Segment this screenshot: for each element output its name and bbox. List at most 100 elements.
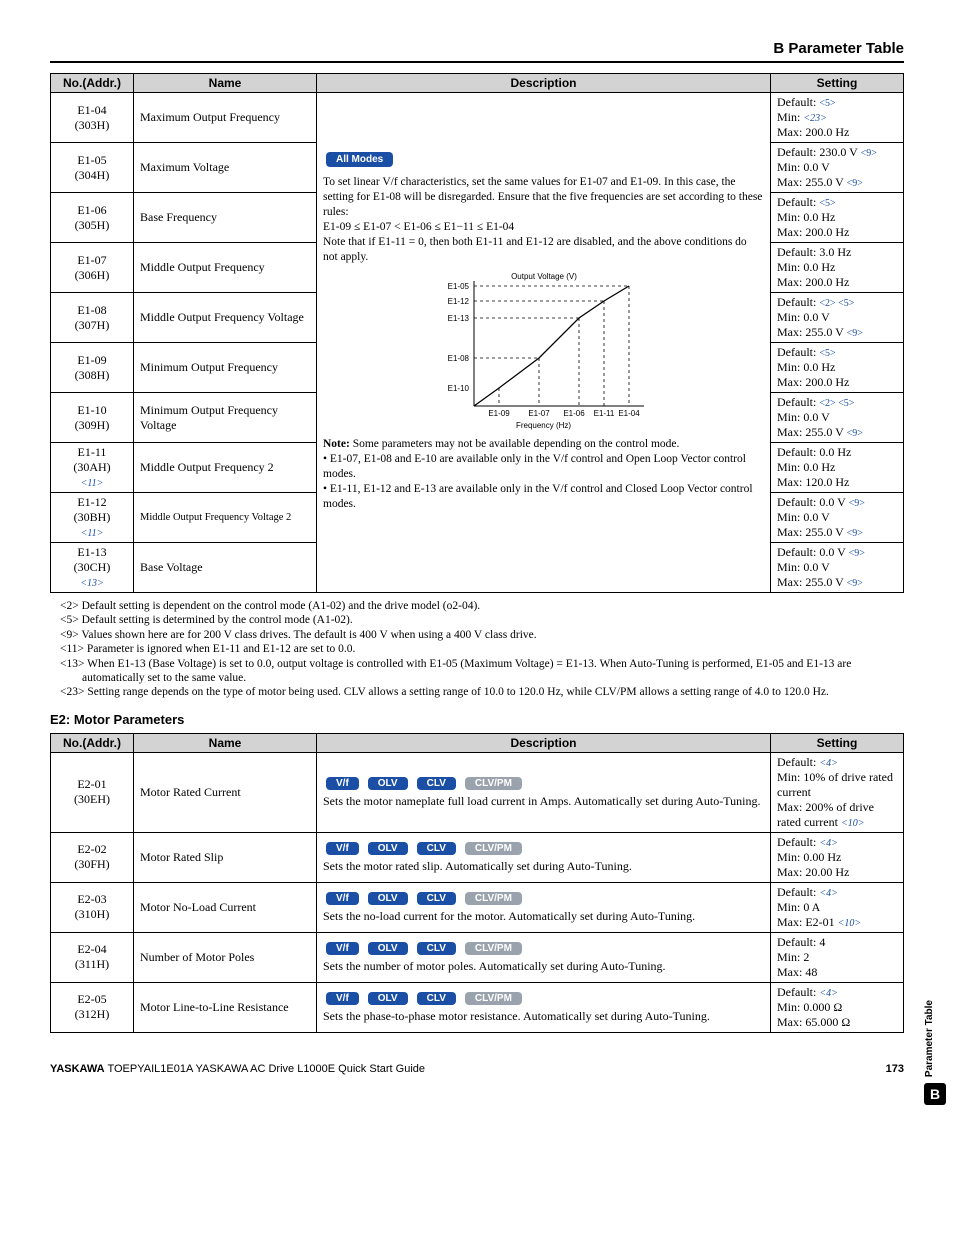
side-letter: B [924, 1083, 946, 1105]
table-row: E1-04(303H)Maximum Output Frequency All … [51, 93, 904, 143]
setting-cell: Default: <4>Min: 10% of drive rated curr… [771, 752, 904, 832]
name-cell: Motor No-Load Current [134, 882, 317, 932]
svg-text:E1-06: E1-06 [563, 409, 585, 418]
addr-cell: E1-08(307H) [51, 293, 134, 343]
table-row: E2-05(312H)Motor Line-to-Line Resistance… [51, 982, 904, 1032]
description-cell: V/f OLV CLV CLV/PM Sets the motor namepl… [317, 752, 771, 832]
addr-cell: E1-12(30BH)<11> [51, 493, 134, 543]
addr-cell: E1-10(309H) [51, 393, 134, 443]
name-cell: Middle Output Frequency Voltage [134, 293, 317, 343]
footnote-23: <23> Setting range depends on the type o… [50, 685, 904, 699]
mode-badge-vf: V/f [326, 942, 359, 955]
addr-cell: E1-04(303H) [51, 93, 134, 143]
setting-cell: Default: 3.0 HzMin: 0.0 HzMax: 200.0 Hz [771, 243, 904, 293]
description-cell: V/f OLV CLV CLV/PM Sets the number of mo… [317, 932, 771, 982]
addr-cell: E1-05(304H) [51, 143, 134, 193]
addr-cell: E2-04(311H) [51, 932, 134, 982]
mode-badge-clv: CLV [417, 842, 456, 855]
footnote-9: <9> Values shown here are for 200 V clas… [50, 628, 904, 642]
mode-badge-vf: V/f [326, 892, 359, 905]
addr-cell: E1-09(308H) [51, 343, 134, 393]
mode-badge-vf: V/f [326, 777, 359, 790]
col-desc: Description [317, 74, 771, 93]
setting-cell: Default: <2> <5>Min: 0.0 VMax: 255.0 V <… [771, 293, 904, 343]
name-cell: Base Frequency [134, 193, 317, 243]
addr-cell: E2-05(312H) [51, 982, 134, 1032]
description-cell: V/f OLV CLV CLV/PM Sets the no-load curr… [317, 882, 771, 932]
mode-badge-vf: V/f [326, 842, 359, 855]
setting-cell: Default: <5>Min: 0.0 HzMax: 200.0 Hz [771, 343, 904, 393]
page-footer: YASKAWA TOEPYAIL1E01A YASKAWA AC Drive L… [50, 1063, 904, 1075]
description-cell: All Modes To set linear V/f characterist… [317, 93, 771, 593]
setting-cell: Default: 230.0 V <9>Min: 0.0 VMax: 255.0… [771, 143, 904, 193]
name-cell: Number of Motor Poles [134, 932, 317, 982]
side-label: Parameter Table [924, 1000, 935, 1077]
side-tab: Parameter Table B [924, 1000, 946, 1105]
addr-cell: E1-06(305H) [51, 193, 134, 243]
mode-badge-clv: CLV [417, 777, 456, 790]
table-row: E2-02(30FH)Motor Rated Slip V/f OLV CLV … [51, 832, 904, 882]
svg-text:E1-11: E1-11 [593, 409, 614, 418]
svg-text:E1-08: E1-08 [447, 354, 469, 363]
col-name: Name [134, 733, 317, 752]
footnotes: <2> Default setting is dependent on the … [50, 599, 904, 700]
svg-text:E1-04: E1-04 [618, 409, 640, 418]
setting-cell: Default: <4>Min: 0.00 HzMax: 20.00 Hz [771, 832, 904, 882]
mode-badge-all: All Modes [326, 152, 393, 167]
page-header: B Parameter Table [50, 40, 904, 63]
mode-badge-clvpm: CLV/PM [465, 777, 522, 790]
description-cell: V/f OLV CLV CLV/PM Sets the phase-to-pha… [317, 982, 771, 1032]
svg-text:Output Voltage (V): Output Voltage (V) [511, 272, 577, 281]
addr-cell: E1-07(306H) [51, 243, 134, 293]
setting-cell: Default: <4>Min: 0 AMax: E2-01 <10> [771, 882, 904, 932]
footer-page: 173 [886, 1063, 904, 1075]
svg-text:E1-09: E1-09 [488, 409, 510, 418]
setting-cell: Default: 0.0 V <9>Min: 0.0 VMax: 255.0 V… [771, 493, 904, 543]
mode-badge-clv: CLV [417, 892, 456, 905]
mode-badge-olv: OLV [368, 992, 408, 1005]
setting-cell: Default: <4>Min: 0.000 ΩMax: 65.000 Ω [771, 982, 904, 1032]
setting-cell: Default: 0.0 V <9>Min: 0.0 VMax: 255.0 V… [771, 543, 904, 593]
footnote-11: <11> Parameter is ignored when E1-11 and… [50, 642, 904, 656]
name-cell: Maximum Voltage [134, 143, 317, 193]
name-cell: Motor Rated Slip [134, 832, 317, 882]
mode-badge-olv: OLV [368, 842, 408, 855]
setting-cell: Default: <2> <5>Min: 0.0 VMax: 255.0 V <… [771, 393, 904, 443]
setting-cell: Default: <5>Min: 0.0 HzMax: 200.0 Hz [771, 193, 904, 243]
col-name: Name [134, 74, 317, 93]
mode-badge-clvpm: CLV/PM [465, 842, 522, 855]
col-setting: Setting [771, 733, 904, 752]
name-cell: Motor Line-to-Line Resistance [134, 982, 317, 1032]
section-title-e2: E2: Motor Parameters [50, 712, 904, 727]
footer-brand: YASKAWA [50, 1063, 105, 1075]
footnote-5: <5> Default setting is determined by the… [50, 613, 904, 627]
addr-cell: E2-03(310H) [51, 882, 134, 932]
svg-text:E1-13: E1-13 [447, 314, 469, 323]
name-cell: Minimum Output Frequency [134, 343, 317, 393]
vf-diagram: Output Voltage (V) E1-05 E1-12 E1-13 E1-… [414, 271, 674, 431]
footnote-2: <2> Default setting is dependent on the … [50, 599, 904, 613]
mode-badge-olv: OLV [368, 942, 408, 955]
mode-badge-olv: OLV [368, 892, 408, 905]
table-row: E2-01(30EH)Motor Rated Current V/f OLV C… [51, 752, 904, 832]
footnote-13: <13> When E1-13 (Base Voltage) is set to… [50, 657, 904, 686]
name-cell: Minimum Output Frequency Voltage [134, 393, 317, 443]
mode-badge-clv: CLV [417, 992, 456, 1005]
name-cell: Middle Output Frequency Voltage 2 [134, 493, 317, 543]
footer-doc: TOEPYAIL1E01A YASKAWA AC Drive L1000E Qu… [105, 1063, 425, 1075]
svg-text:E1-10: E1-10 [447, 384, 469, 393]
name-cell: Maximum Output Frequency [134, 93, 317, 143]
mode-badge-vf: V/f [326, 992, 359, 1005]
col-addr: No.(Addr.) [51, 74, 134, 93]
setting-cell: Default: <5>Min: <23>Max: 200.0 Hz [771, 93, 904, 143]
table-row: E2-03(310H)Motor No-Load Current V/f OLV… [51, 882, 904, 932]
col-addr: No.(Addr.) [51, 733, 134, 752]
mode-badge-clv: CLV [417, 942, 456, 955]
svg-text:E1-05: E1-05 [447, 282, 469, 291]
mode-badge-olv: OLV [368, 777, 408, 790]
table-row: E2-04(311H)Number of Motor Poles V/f OLV… [51, 932, 904, 982]
addr-cell: E1-11(30AH)<11> [51, 443, 134, 493]
mode-badge-clvpm: CLV/PM [465, 942, 522, 955]
name-cell: Motor Rated Current [134, 752, 317, 832]
mode-badge-clvpm: CLV/PM [465, 892, 522, 905]
